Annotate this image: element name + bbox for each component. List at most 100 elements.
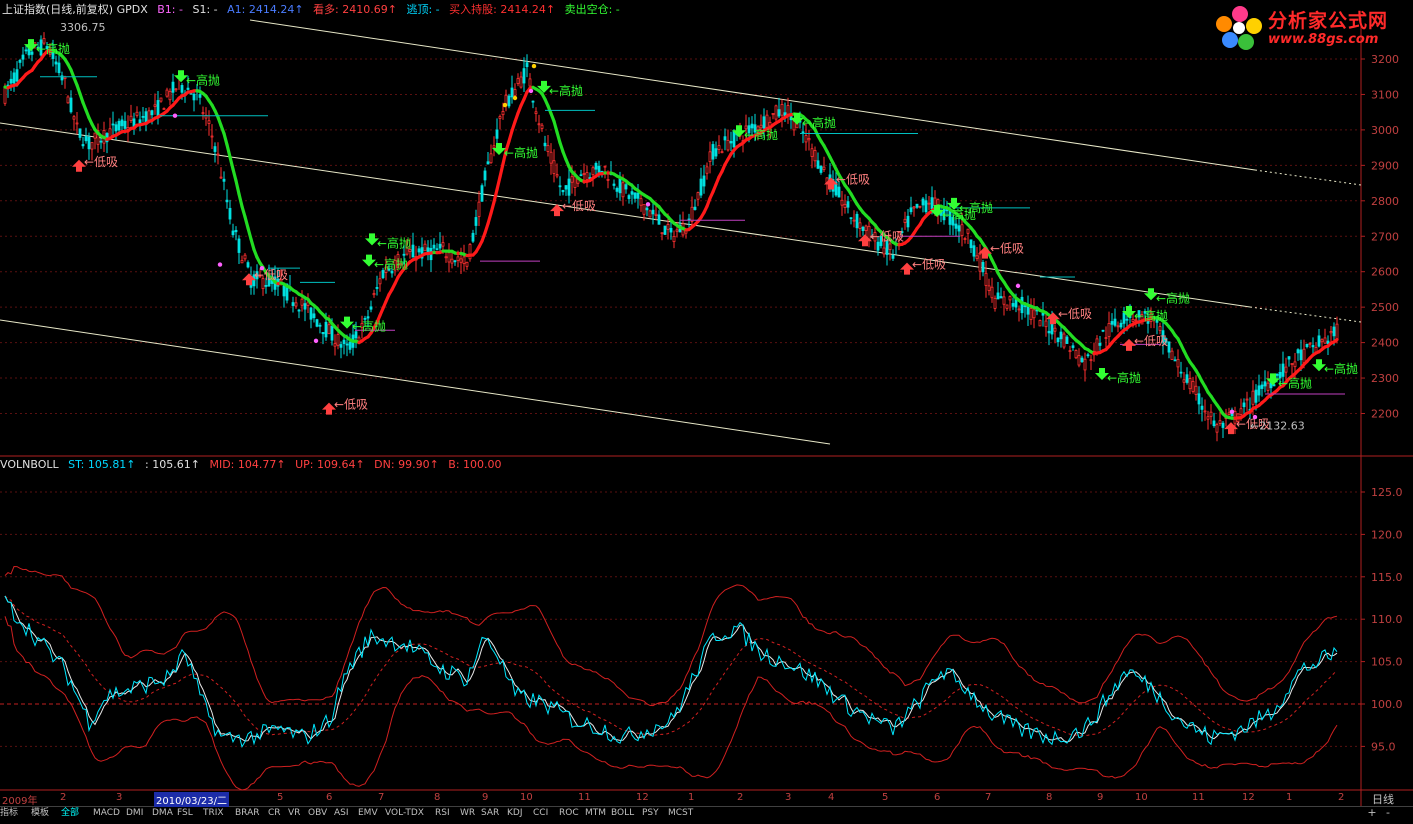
- candle-body: [112, 124, 114, 125]
- candle-body: [412, 245, 414, 257]
- candle-body: [535, 112, 537, 114]
- candle-body: [472, 233, 474, 241]
- candle-body: [1084, 359, 1086, 370]
- tab-dma[interactable]: DMA: [152, 806, 173, 821]
- sell-signal-label: ←高抛: [1278, 375, 1312, 390]
- candle-body: [1045, 321, 1047, 327]
- tab-指标[interactable]: 指标: [0, 806, 18, 821]
- candle-body: [520, 77, 522, 87]
- tab-emv[interactable]: EMV: [358, 806, 378, 821]
- candle-body: [1174, 360, 1176, 361]
- candle-body: [175, 89, 177, 90]
- candle-body: [502, 111, 504, 114]
- tab-wr[interactable]: WR: [460, 806, 475, 821]
- tab-psy[interactable]: PSY: [642, 806, 659, 821]
- candle-body: [403, 254, 405, 255]
- candle-body: [241, 261, 243, 263]
- candle-body: [853, 220, 855, 221]
- tab-rsi[interactable]: RSI: [435, 806, 450, 821]
- candle-body: [121, 120, 123, 126]
- candle-body: [1006, 305, 1008, 308]
- a1-value: A1: 2414.24↑: [227, 3, 303, 16]
- date-tick-label: 4: [828, 792, 834, 803]
- candle-body: [283, 286, 285, 296]
- candle-body: [700, 179, 702, 195]
- candle-body: [982, 262, 984, 271]
- candle-body: [1336, 324, 1338, 339]
- candle-body: [697, 193, 699, 200]
- tab-kdj[interactable]: KDJ: [507, 806, 523, 821]
- signal-dot: [532, 64, 536, 68]
- buy-hold-value: 买入持股: 2414.24↑: [449, 3, 555, 16]
- candle-body: [55, 62, 57, 64]
- candle-body: [373, 293, 375, 294]
- candle-body: [229, 208, 231, 219]
- candle-body: [337, 334, 339, 345]
- chart-canvas[interactable]: 3200310030002900280027002600250024002300…: [0, 0, 1413, 821]
- candle-body: [970, 240, 972, 248]
- chart-window[interactable]: 3200310030002900280027002600250024002300…: [0, 0, 1413, 821]
- date-tick-label: 12: [636, 792, 649, 803]
- candle-body: [529, 79, 531, 86]
- candle-body: [1024, 306, 1026, 307]
- stock-title: 上证指数(日线,前复权) GPDX: [2, 3, 148, 16]
- tab-cci[interactable]: CCI: [533, 806, 548, 821]
- channel-line-mid: [0, 123, 1250, 307]
- candle-body: [607, 179, 609, 180]
- tab-asi[interactable]: ASI: [334, 806, 349, 821]
- candle-body: [1048, 331, 1050, 333]
- tab-模板[interactable]: 模板: [31, 806, 49, 821]
- candle-body: [331, 326, 333, 340]
- period-label[interactable]: 日线: [1372, 791, 1394, 807]
- candle-body: [235, 230, 237, 231]
- tab-mcst[interactable]: MCST: [668, 806, 693, 821]
- candle-body: [232, 231, 234, 235]
- tab-mtm[interactable]: MTM: [585, 806, 606, 821]
- channel-line-top: [250, 20, 1255, 170]
- main-header: 上证指数(日线,前复权) GPDX B1: - S1: - A1: 2414.2…: [2, 2, 626, 18]
- candle-body: [1282, 364, 1284, 376]
- candle-body: [1018, 309, 1020, 310]
- indicator-mid: MID: 104.77↑: [209, 458, 285, 471]
- candle-body: [211, 136, 213, 137]
- tab-全部[interactable]: 全部: [61, 806, 79, 821]
- sell-signal-label: ←高抛: [744, 127, 778, 142]
- tab-macd[interactable]: MACD: [93, 806, 120, 821]
- tab-roc[interactable]: ROC: [559, 806, 579, 821]
- candle-body: [100, 141, 102, 142]
- candle-body: [1039, 320, 1041, 325]
- tab-sar[interactable]: SAR: [481, 806, 499, 821]
- candle-body: [202, 113, 204, 114]
- candle-body: [319, 325, 321, 326]
- date-tick-label: 10: [520, 792, 533, 803]
- candle-body: [208, 121, 210, 124]
- sell-signal-label: ←高抛: [377, 235, 411, 250]
- tab-obv[interactable]: OBV: [308, 806, 327, 821]
- tab-boll[interactable]: BOLL: [611, 806, 634, 821]
- candle-body: [559, 186, 561, 187]
- candle-body: [238, 239, 240, 252]
- ma-segment: [251, 239, 254, 249]
- candle-body: [631, 192, 633, 195]
- candle-body: [130, 116, 132, 120]
- candle-body: [781, 104, 783, 115]
- candle-body: [1312, 345, 1314, 346]
- zoom-out-button[interactable]: -: [1382, 806, 1394, 821]
- tab-trix[interactable]: TRIX: [203, 806, 224, 821]
- candle-body: [1117, 326, 1119, 327]
- candle-body: [709, 152, 711, 162]
- candle-body: [154, 105, 156, 107]
- candle-body: [1030, 309, 1032, 320]
- indicator-name[interactable]: VOLNBOLL: [0, 458, 59, 471]
- price-axis-label: 2800: [1371, 195, 1399, 208]
- tab-brar[interactable]: BRAR: [235, 806, 259, 821]
- zoom-in-button[interactable]: +: [1366, 806, 1378, 821]
- candle-body: [325, 322, 327, 337]
- tab-vol-tdx[interactable]: VOL-TDX: [385, 806, 424, 821]
- candle-body: [910, 208, 912, 212]
- candle-body: [730, 141, 732, 143]
- tab-cr[interactable]: CR: [268, 806, 281, 821]
- tab-fsl[interactable]: FSL: [177, 806, 193, 821]
- tab-vr[interactable]: VR: [288, 806, 300, 821]
- tab-dmi[interactable]: DMI: [126, 806, 143, 821]
